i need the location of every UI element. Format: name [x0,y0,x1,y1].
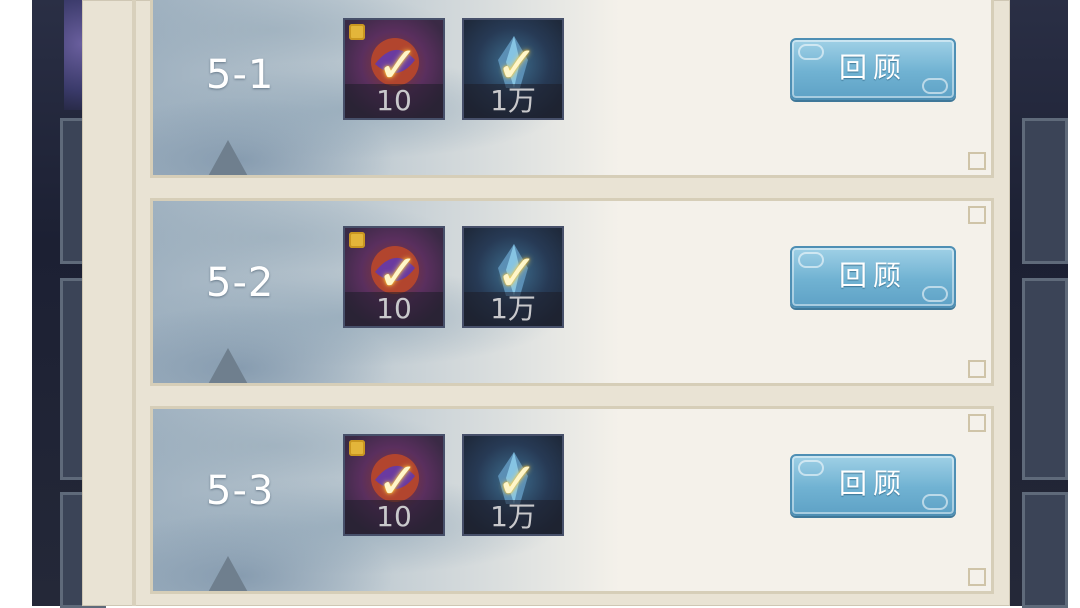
stage-number: 5-3 [206,468,275,514]
stage-number: 5-2 [206,260,275,306]
cloud-ornament [798,460,824,476]
reward-quantity: 10 [345,500,443,534]
puzzle-piece-icon [349,440,365,456]
corner-ornament [968,360,986,378]
puzzle-piece-icon [349,24,365,40]
reward-quantity: 1万 [464,500,562,534]
reward-item-fragment[interactable]: ✓ 10 [343,18,445,120]
corner-ornament [968,206,986,224]
review-button[interactable]: 回顾 [790,38,956,100]
corner-ornament [968,568,986,586]
mountain-decoration [206,140,250,178]
reward-item-fragment[interactable]: ✓ 10 [343,434,445,536]
corner-ornament [968,152,986,170]
reward-item-fragment[interactable]: ✓ 10 [343,226,445,328]
stage-number: 5-1 [206,52,275,98]
review-button-label: 回顾 [838,259,907,292]
reward-item-crystal[interactable]: ✓ 1万 [462,18,564,120]
reward-quantity: 10 [345,84,443,118]
mountain-decoration [206,556,250,594]
corner-ornament [968,414,986,432]
review-button[interactable]: 回顾 [790,454,956,516]
reward-item-crystal[interactable]: ✓ 1万 [462,434,564,536]
side-card-right [1022,278,1068,480]
cloud-ornament [922,78,948,94]
puzzle-piece-icon [349,232,365,248]
reward-quantity: 1万 [464,84,562,118]
review-button-label: 回顾 [838,467,907,500]
review-button-label: 回顾 [838,51,907,84]
stage-row: 5-2 ✓ 10 ✓ 1万 回顾 [150,198,994,386]
reward-item-crystal[interactable]: ✓ 1万 [462,226,564,328]
review-button[interactable]: 回顾 [790,246,956,308]
cloud-ornament [798,252,824,268]
mountain-decoration [206,348,250,386]
cloud-ornament [798,44,824,60]
side-card-right [1022,492,1068,608]
reward-quantity: 1万 [464,292,562,326]
side-card-right [1022,118,1068,264]
cloud-ornament [922,286,948,302]
stage-row: 5-3 ✓ 10 ✓ 1万 回顾 [150,406,994,594]
stage-row: 5-1 ✓ 10 ✓ 1万 回顾 [150,0,994,178]
chapter-stage-list-panel: 5-1 ✓ 10 ✓ 1万 回顾 5-2 ✓ 10 ✓ 1万 回顾 5-3 ✓ … [82,0,1010,606]
cloud-ornament [922,494,948,510]
panel-frame [132,0,136,606]
reward-quantity: 10 [345,292,443,326]
